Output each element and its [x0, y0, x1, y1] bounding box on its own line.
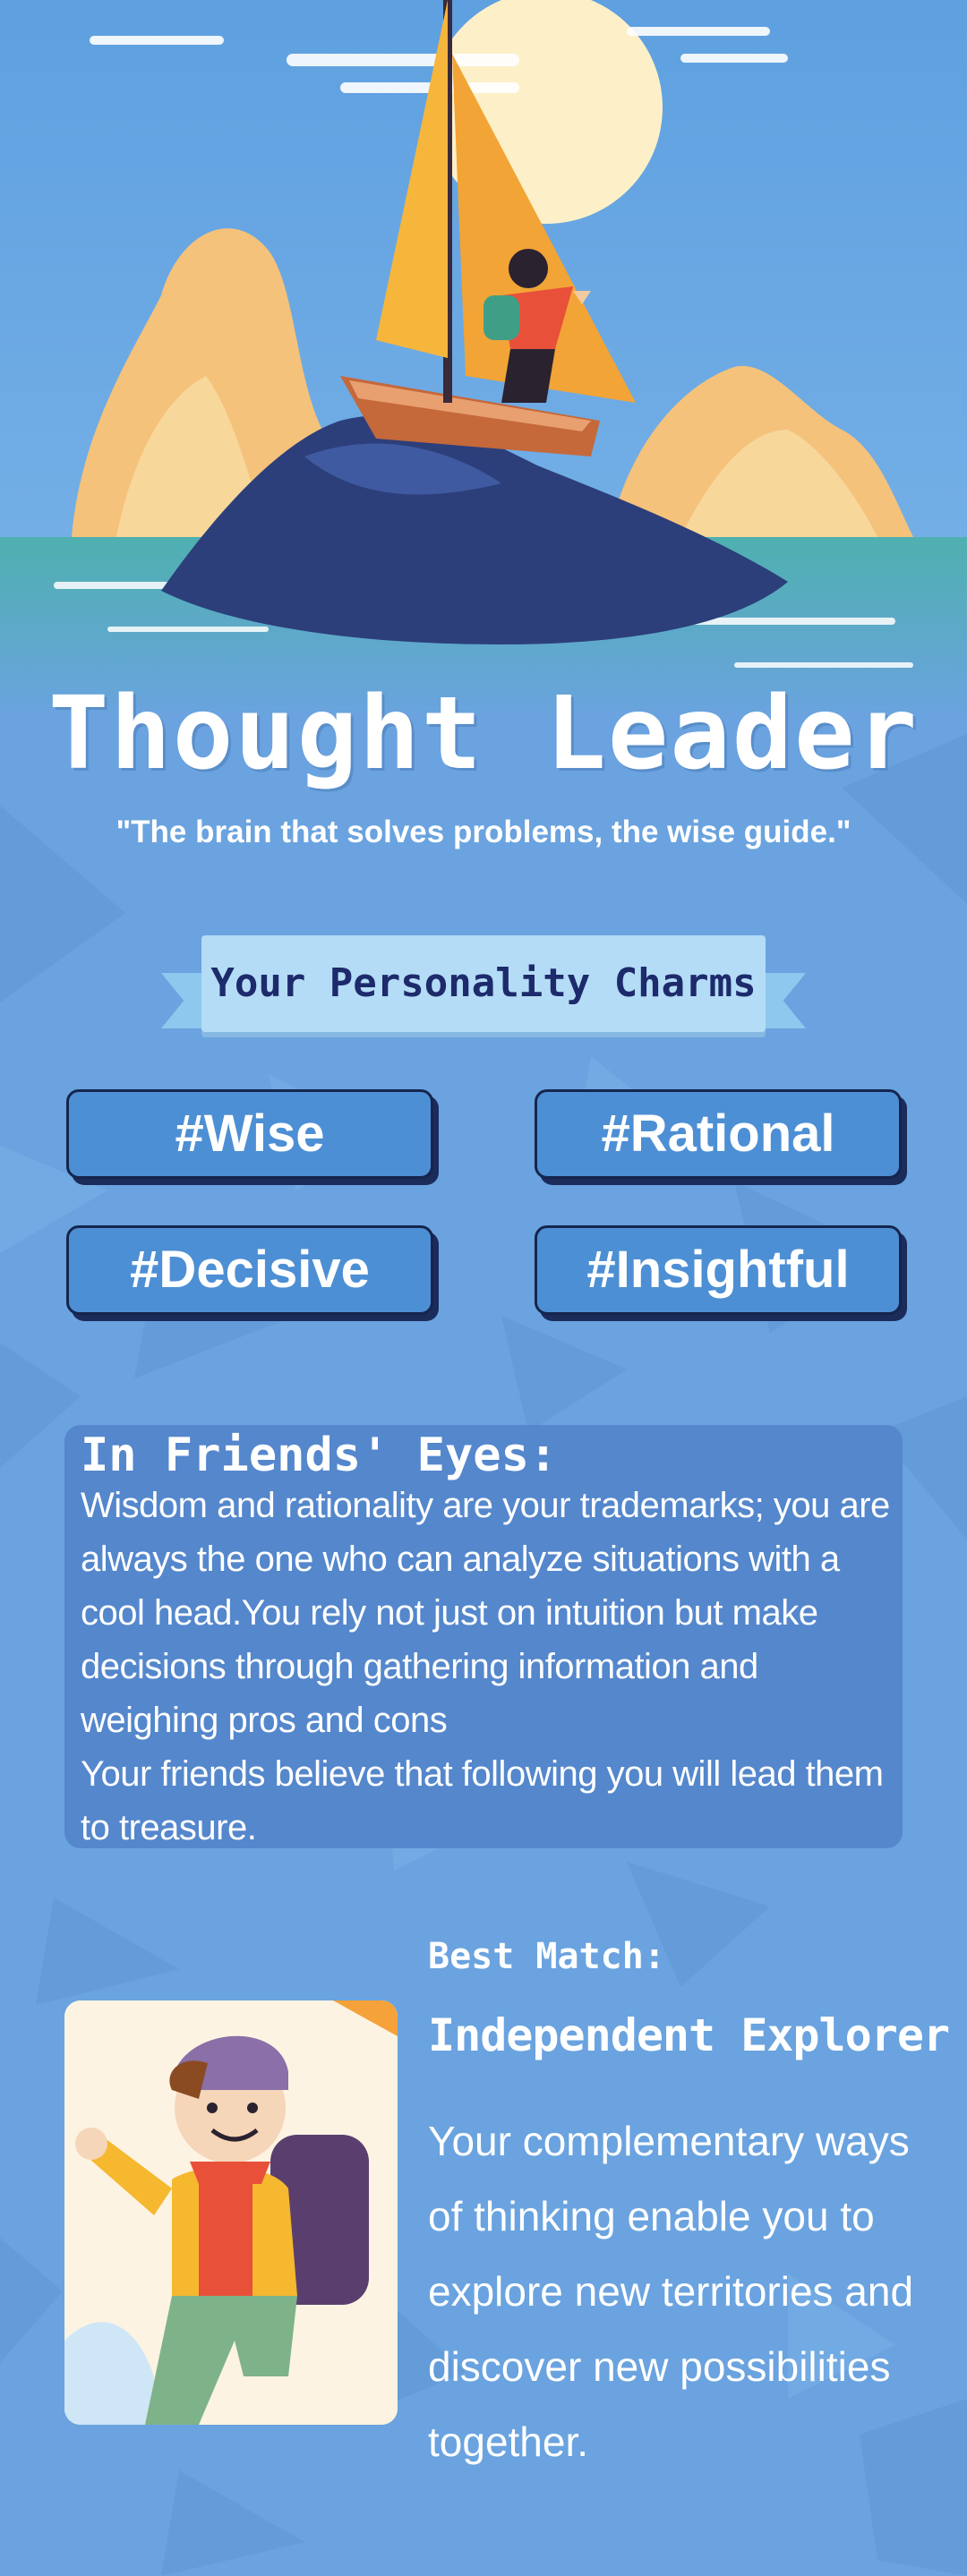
friends-eyes-heading: In Friends' Eyes:: [81, 1429, 558, 1482]
best-match-name: Independent Explorer: [428, 2009, 950, 2061]
best-match-label: Best Match:: [428, 1936, 665, 1977]
friends-eyes-body: Wisdom and rationality are your trademar…: [81, 1479, 895, 1855]
best-match-image: [64, 2000, 398, 2425]
best-match-description: Your complementary ways of thinking enab…: [428, 2118, 914, 2465]
tag-insightful[interactable]: #Insightful: [535, 1225, 902, 1315]
result-title: Thought Leader: [47, 676, 919, 792]
banner-plate: Your Personality Charms: [201, 935, 766, 1032]
tag-rational[interactable]: #Rational: [535, 1089, 902, 1179]
hero-illustration: [0, 0, 967, 716]
tag-decisive[interactable]: #Decisive: [66, 1225, 433, 1315]
charms-heading: Your Personality Charms: [210, 960, 757, 1006]
result-tagline: "The brain that solves problems, the wis…: [116, 815, 851, 849]
tag-wise[interactable]: #Wise: [66, 1089, 433, 1179]
friends-eyes-paragraph: Your friends believe that following you …: [81, 1754, 884, 1847]
friends-eyes-card: In Friends' Eyes: Wisdom and rationality…: [64, 1425, 903, 1848]
charms-banner: Your Personality Charms: [161, 935, 806, 1047]
friends-eyes-paragraph: Wisdom and rationality are your trademar…: [81, 1486, 890, 1740]
